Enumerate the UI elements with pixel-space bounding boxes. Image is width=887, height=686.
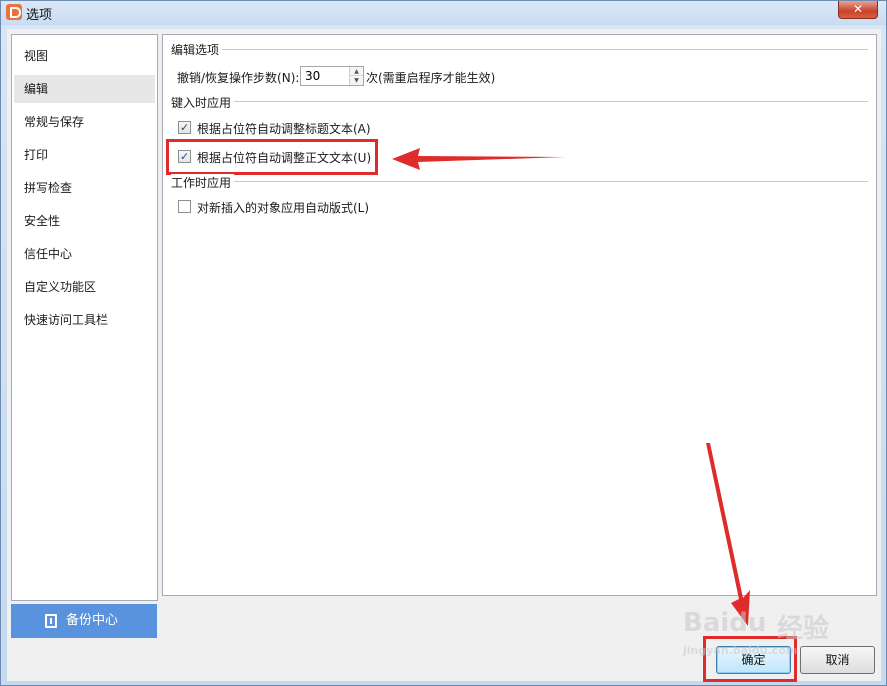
spin-down-arrow-icon[interactable]: ▼ [350, 76, 363, 85]
sidebar-item-general-save[interactable]: 常规与保存 [14, 108, 155, 136]
baidu-jingyan-watermark: Baidu 经验 jingyan.baidu.com [675, 590, 855, 660]
undo-steps-spinner[interactable]: ▲ ▼ [300, 66, 364, 86]
autofit-title-checkbox[interactable] [178, 121, 191, 134]
sidebar-item-customize-ribbon[interactable]: 自定义功能区 [14, 273, 155, 301]
options-dialog: 选项 ✕ 视图 编辑 常规与保存 打印 拼写检查 安全性 信任中心 自定义功能区… [0, 0, 887, 686]
group-divider [171, 101, 868, 102]
autolayout-checkbox[interactable] [178, 200, 191, 213]
sidebar-item-edit[interactable]: 编辑 [14, 75, 155, 103]
autofit-body-label[interactable]: 根据占位符自动调整正文文本(U) [197, 149, 371, 166]
group-divider [171, 181, 868, 182]
spinner-buttons: ▲ ▼ [349, 67, 363, 85]
sidebar-item-print[interactable]: 打印 [14, 141, 155, 169]
backup-center-button[interactable]: 备份中心 [11, 604, 157, 638]
typing-group-title: 键入时应用 [171, 94, 235, 111]
window-title: 选项 [26, 8, 53, 23]
backup-center-label: 备份中心 [66, 613, 119, 628]
title-bar[interactable]: 选项 ✕ [1, 1, 886, 25]
close-button[interactable]: ✕ [838, 1, 878, 19]
sidebar-item-security[interactable]: 安全性 [14, 207, 155, 235]
watermark-brand-cn: 经验 [777, 614, 830, 644]
undo-steps-note: 次(需重启程序才能生效) [366, 71, 496, 85]
working-group-title: 工作时应用 [171, 174, 235, 191]
edit-options-title: 编辑选项 [171, 41, 223, 58]
category-sidebar: 视图 编辑 常规与保存 打印 拼写检查 安全性 信任中心 自定义功能区 快速访问… [11, 34, 158, 601]
sidebar-item-spell-check[interactable]: 拼写检查 [14, 174, 155, 202]
edit-settings-panel: 编辑选项 撤销/恢复操作步数(N): ▲ ▼ 次(需重启程序才能生效) 键入时应… [162, 34, 877, 596]
watermark-url: jingyan.baidu.com [683, 644, 798, 657]
autofit-title-label[interactable]: 根据占位符自动调整标题文本(A) [197, 120, 371, 137]
undo-steps-label: 撤销/恢复操作步数(N): [177, 71, 300, 85]
sidebar-item-view[interactable]: 视图 [14, 42, 155, 70]
group-divider [171, 49, 868, 50]
autolayout-label[interactable]: 对新插入的对象应用自动版式(L) [197, 199, 369, 216]
autofit-body-checkbox[interactable] [178, 150, 191, 163]
wps-presentation-icon [6, 4, 22, 20]
sidebar-item-trust-center[interactable]: 信任中心 [14, 240, 155, 268]
backup-document-icon [45, 614, 57, 628]
undo-steps-input[interactable] [301, 67, 347, 85]
spin-up-arrow-icon[interactable]: ▲ [350, 67, 363, 76]
watermark-brand: Baidu [683, 608, 767, 638]
dialog-body: 视图 编辑 常规与保存 打印 拼写检查 安全性 信任中心 自定义功能区 快速访问… [7, 29, 881, 681]
sidebar-item-quick-access-toolbar[interactable]: 快速访问工具栏 [14, 306, 155, 334]
